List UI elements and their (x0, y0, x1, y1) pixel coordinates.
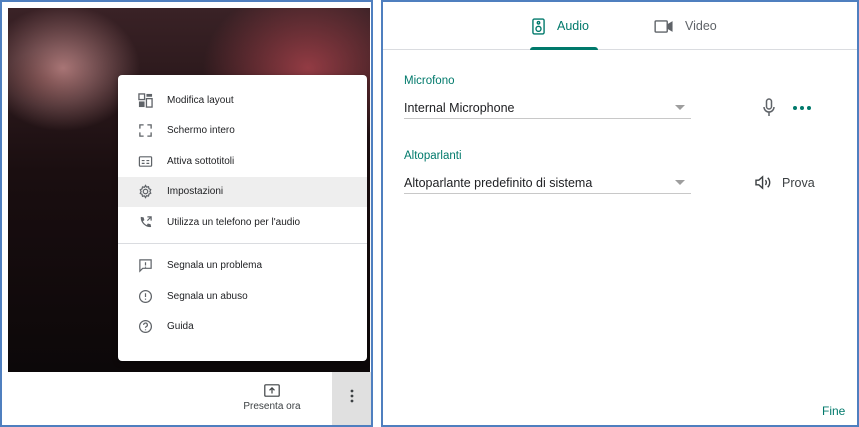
tab-audio-label: Audio (557, 19, 589, 33)
settings-tabs: Audio Video (383, 2, 857, 50)
overflow-menu: Modifica layout Schermo intero Attiva so… (118, 75, 367, 361)
more-vert-icon (350, 389, 354, 408)
fullscreen-icon (137, 123, 153, 139)
microphone-level-button[interactable] (761, 98, 777, 118)
test-speakers-button[interactable]: Prova (755, 175, 815, 190)
menu-item-label: Impostazioni (167, 186, 224, 198)
microphone-icon (763, 98, 775, 116)
menu-item-change-layout[interactable]: Modifica layout (118, 85, 367, 116)
videocam-icon (654, 19, 673, 33)
microphone-level-dots (793, 106, 811, 112)
tab-video[interactable]: Video (654, 2, 717, 50)
captions-icon (137, 153, 153, 169)
meeting-panel: Modifica layout Schermo intero Attiva so… (0, 0, 373, 427)
menu-item-label: Schermo intero (167, 125, 235, 137)
menu-item-label: Guida (167, 321, 194, 333)
speakers-section-label: Altoparlanti (404, 150, 462, 162)
menu-item-label: Modifica layout (167, 94, 234, 106)
menu-item-report-abuse[interactable]: Segnala un abuso (118, 281, 367, 312)
menu-item-label: Segnala un abuso (167, 290, 248, 302)
present-now-button[interactable]: Presenta ora (234, 384, 310, 412)
layout-icon (137, 92, 153, 108)
alert-circle-icon (137, 288, 153, 304)
menu-item-settings[interactable]: Impostazioni (118, 176, 367, 207)
menu-item-label: Utilizza un telefono per l'audio (167, 216, 301, 228)
menu-item-captions[interactable]: Attiva sottotitoli (118, 146, 367, 177)
volume-icon (755, 175, 771, 190)
menu-divider (118, 242, 367, 244)
phone-icon (137, 214, 153, 230)
active-tab-indicator (530, 47, 598, 50)
menu-item-help[interactable]: Guida (118, 312, 367, 343)
settings-dialog: Audio Video Microfono Internal Microphon… (381, 0, 859, 427)
dropdown-arrow-icon (675, 180, 685, 185)
tab-video-label: Video (685, 19, 717, 33)
present-screen-icon (264, 384, 280, 397)
dropdown-arrow-icon (675, 105, 685, 110)
bottom-bar: Presenta ora (2, 372, 371, 425)
menu-item-label: Attiva sottotitoli (167, 155, 235, 167)
speakers-select-value: Altoparlante predefinito di sistema (404, 175, 593, 190)
speakers-select[interactable]: Altoparlante predefinito di sistema (404, 172, 691, 194)
done-button[interactable]: Fine (822, 404, 845, 418)
present-now-label: Presenta ora (243, 401, 301, 412)
more-options-button[interactable] (332, 372, 371, 425)
speaker-icon (532, 17, 545, 35)
tab-audio[interactable]: Audio (532, 2, 589, 50)
help-icon (137, 319, 153, 335)
menu-item-fullscreen[interactable]: Schermo intero (118, 116, 367, 147)
microphone-select-value: Internal Microphone (404, 100, 515, 115)
gear-icon (137, 184, 153, 200)
microphone-select[interactable]: Internal Microphone (404, 97, 691, 119)
microphone-section-label: Microfono (404, 75, 455, 87)
menu-item-phone-audio[interactable]: Utilizza un telefono per l'audio (118, 207, 367, 238)
menu-item-label: Segnala un problema (167, 260, 263, 272)
report-problem-icon (137, 258, 153, 274)
test-speakers-label: Prova (782, 175, 815, 190)
menu-item-report-problem[interactable]: Segnala un problema (118, 251, 367, 282)
screenshot-root: Modifica layout Schermo intero Attiva so… (0, 0, 859, 427)
